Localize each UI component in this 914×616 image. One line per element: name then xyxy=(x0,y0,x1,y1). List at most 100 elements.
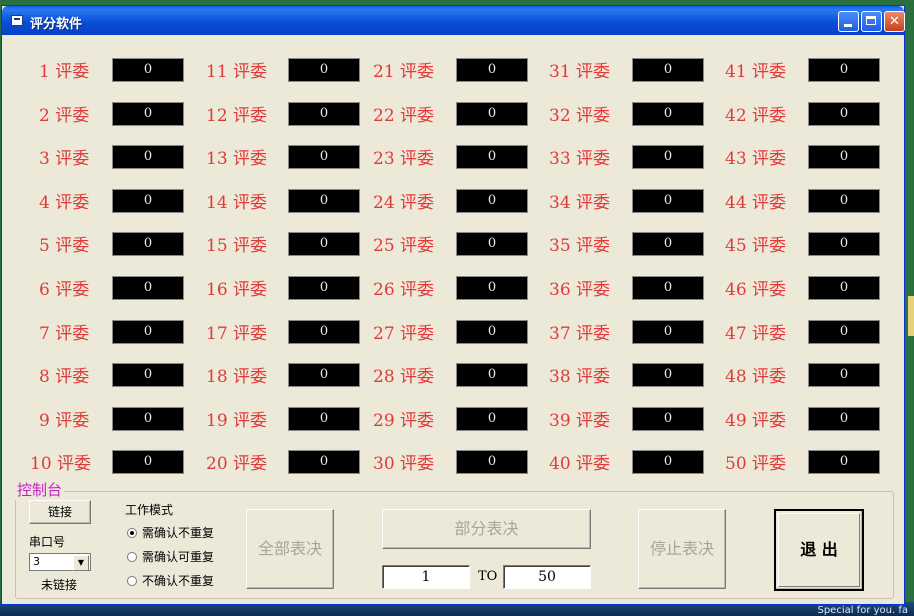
mode-radio-0[interactable] xyxy=(127,528,137,538)
judge-score-display: 0 xyxy=(456,188,528,213)
judge-score-display: 0 xyxy=(112,406,184,431)
mode-label: 工作模式 xyxy=(125,503,174,517)
judge-score-display: 0 xyxy=(288,363,360,388)
judge-label: 36 评委 xyxy=(549,280,611,300)
judge-score-display: 0 xyxy=(808,101,880,126)
judge-label: 28 评委 xyxy=(373,367,435,388)
judge-label: 17 评委 xyxy=(206,323,268,344)
vote-part-button[interactable]: 部分表决 xyxy=(382,509,591,549)
judge-score-display: 0 xyxy=(632,319,704,344)
judge-score-display: 0 xyxy=(808,145,880,170)
mode-radio-1[interactable] xyxy=(127,552,137,562)
judge-label: 29 评委 xyxy=(373,410,435,431)
judge-score-display: 0 xyxy=(808,319,880,344)
judge-score-display: 0 xyxy=(288,232,360,257)
app-icon[interactable] xyxy=(11,15,23,26)
judge-score-display: 0 xyxy=(632,232,704,257)
judge-label: 18 评委 xyxy=(206,367,268,388)
exit-button-label: 退 出 xyxy=(800,540,838,559)
judge-score-display: 0 xyxy=(808,58,880,82)
judge-score-display: 0 xyxy=(112,363,184,388)
judge-score-display: 0 xyxy=(632,450,704,475)
judge-score-display: 0 xyxy=(632,363,704,388)
judge-label: 40 评委 xyxy=(549,454,611,475)
judge-label: 15 评委 xyxy=(206,236,268,257)
judge-label: 13 评委 xyxy=(206,149,268,170)
vote-all-button[interactable]: 全部表决 xyxy=(246,509,334,589)
connection-status: 未链接 xyxy=(41,578,78,592)
judge-label: 49 评委 xyxy=(725,410,787,431)
judge-score-display: 0 xyxy=(288,319,360,344)
mode-radio-2[interactable] xyxy=(127,576,137,586)
mode-option-label: 不确认不重复 xyxy=(142,574,215,588)
connect-button[interactable]: 链接 xyxy=(29,500,91,524)
desktop-strip-text: Special for you. fa xyxy=(817,605,908,616)
judge-label: 26 评委 xyxy=(373,280,435,300)
judge-score-display: 0 xyxy=(632,58,704,82)
judge-label: 37 评委 xyxy=(549,323,611,344)
judge-score-display: 0 xyxy=(112,319,184,344)
port-select[interactable]: 3 ▼ xyxy=(29,553,91,571)
judge-score-display: 0 xyxy=(112,188,184,213)
judge-score-display: 0 xyxy=(456,319,528,344)
judge-label: 31 评委 xyxy=(549,62,611,82)
judge-label: 6 评委 xyxy=(39,280,90,300)
judge-label: 2 评委 xyxy=(39,105,90,126)
judge-score-display: 0 xyxy=(456,276,528,300)
judge-score-display: 0 xyxy=(456,145,528,170)
judge-score-display: 0 xyxy=(112,276,184,300)
judge-score-display: 0 xyxy=(808,406,880,431)
judge-label: 4 评委 xyxy=(39,192,90,213)
judge-label: 32 评委 xyxy=(549,105,611,126)
judge-label: 7 评委 xyxy=(39,323,90,344)
title-bar[interactable]: 评分软件 xyxy=(2,6,905,35)
judge-label: 12 评委 xyxy=(206,105,268,126)
judge-label: 30 评委 xyxy=(373,454,435,475)
judge-label: 41 评委 xyxy=(725,62,787,82)
judge-score-display: 0 xyxy=(456,450,528,475)
judge-label: 50 评委 xyxy=(725,454,787,475)
chevron-down-icon[interactable]: ▼ xyxy=(73,555,89,571)
mode-option-label: 需确认可重复 xyxy=(142,550,215,564)
judge-score-display: 0 xyxy=(112,58,184,82)
judge-label: 25 评委 xyxy=(373,236,435,257)
close-button[interactable] xyxy=(884,11,905,32)
judge-label: 22 评委 xyxy=(373,105,435,126)
judge-label: 5 评委 xyxy=(39,236,90,257)
judge-score-display: 0 xyxy=(288,450,360,475)
desktop-edge-icon xyxy=(908,296,914,336)
judge-score-display: 0 xyxy=(808,276,880,300)
app-window: 评分软件 1 评委 0 2 评委 0 3 评委 0 4 评委 0 5 评委 0 6 评委 0 7 评委 0… xyxy=(1,5,905,605)
judge-label: 21 评委 xyxy=(373,62,435,82)
minimize-button[interactable] xyxy=(838,11,859,32)
window-title: 评分软件 xyxy=(30,17,83,32)
judge-score-display: 0 xyxy=(456,363,528,388)
judge-score-display: 0 xyxy=(632,406,704,431)
exit-button[interactable]: 退 出 xyxy=(774,509,864,591)
judge-score-display: 0 xyxy=(456,232,528,257)
judge-label: 23 评委 xyxy=(373,149,435,170)
judge-score-display: 0 xyxy=(456,406,528,431)
judge-score-display: 0 xyxy=(808,450,880,475)
stop-vote-button[interactable]: 停止表决 xyxy=(638,509,726,589)
judge-label: 44 评委 xyxy=(725,192,787,213)
judge-label: 27 评委 xyxy=(373,323,435,344)
maximize-button[interactable] xyxy=(861,11,882,32)
judge-score-display: 0 xyxy=(288,101,360,126)
judge-label: 16 评委 xyxy=(206,280,268,300)
port-label: 串口号 xyxy=(29,535,66,549)
judge-score-display: 0 xyxy=(632,188,704,213)
judge-label: 10 评委 xyxy=(30,454,92,475)
judge-score-display: 0 xyxy=(808,188,880,213)
range-from-input[interactable]: 1 xyxy=(382,565,470,589)
judge-label: 14 评委 xyxy=(206,192,268,213)
judge-label: 39 评委 xyxy=(549,410,611,431)
judge-label: 35 评委 xyxy=(549,236,611,257)
judge-score-display: 0 xyxy=(288,276,360,300)
judge-label: 42 评委 xyxy=(725,105,787,126)
judge-label: 20 评委 xyxy=(206,454,268,475)
judge-label: 34 评委 xyxy=(549,192,611,213)
port-value: 3 xyxy=(33,555,40,568)
range-to-input[interactable]: 50 xyxy=(503,565,591,589)
console-title: 控制台 xyxy=(15,479,65,500)
